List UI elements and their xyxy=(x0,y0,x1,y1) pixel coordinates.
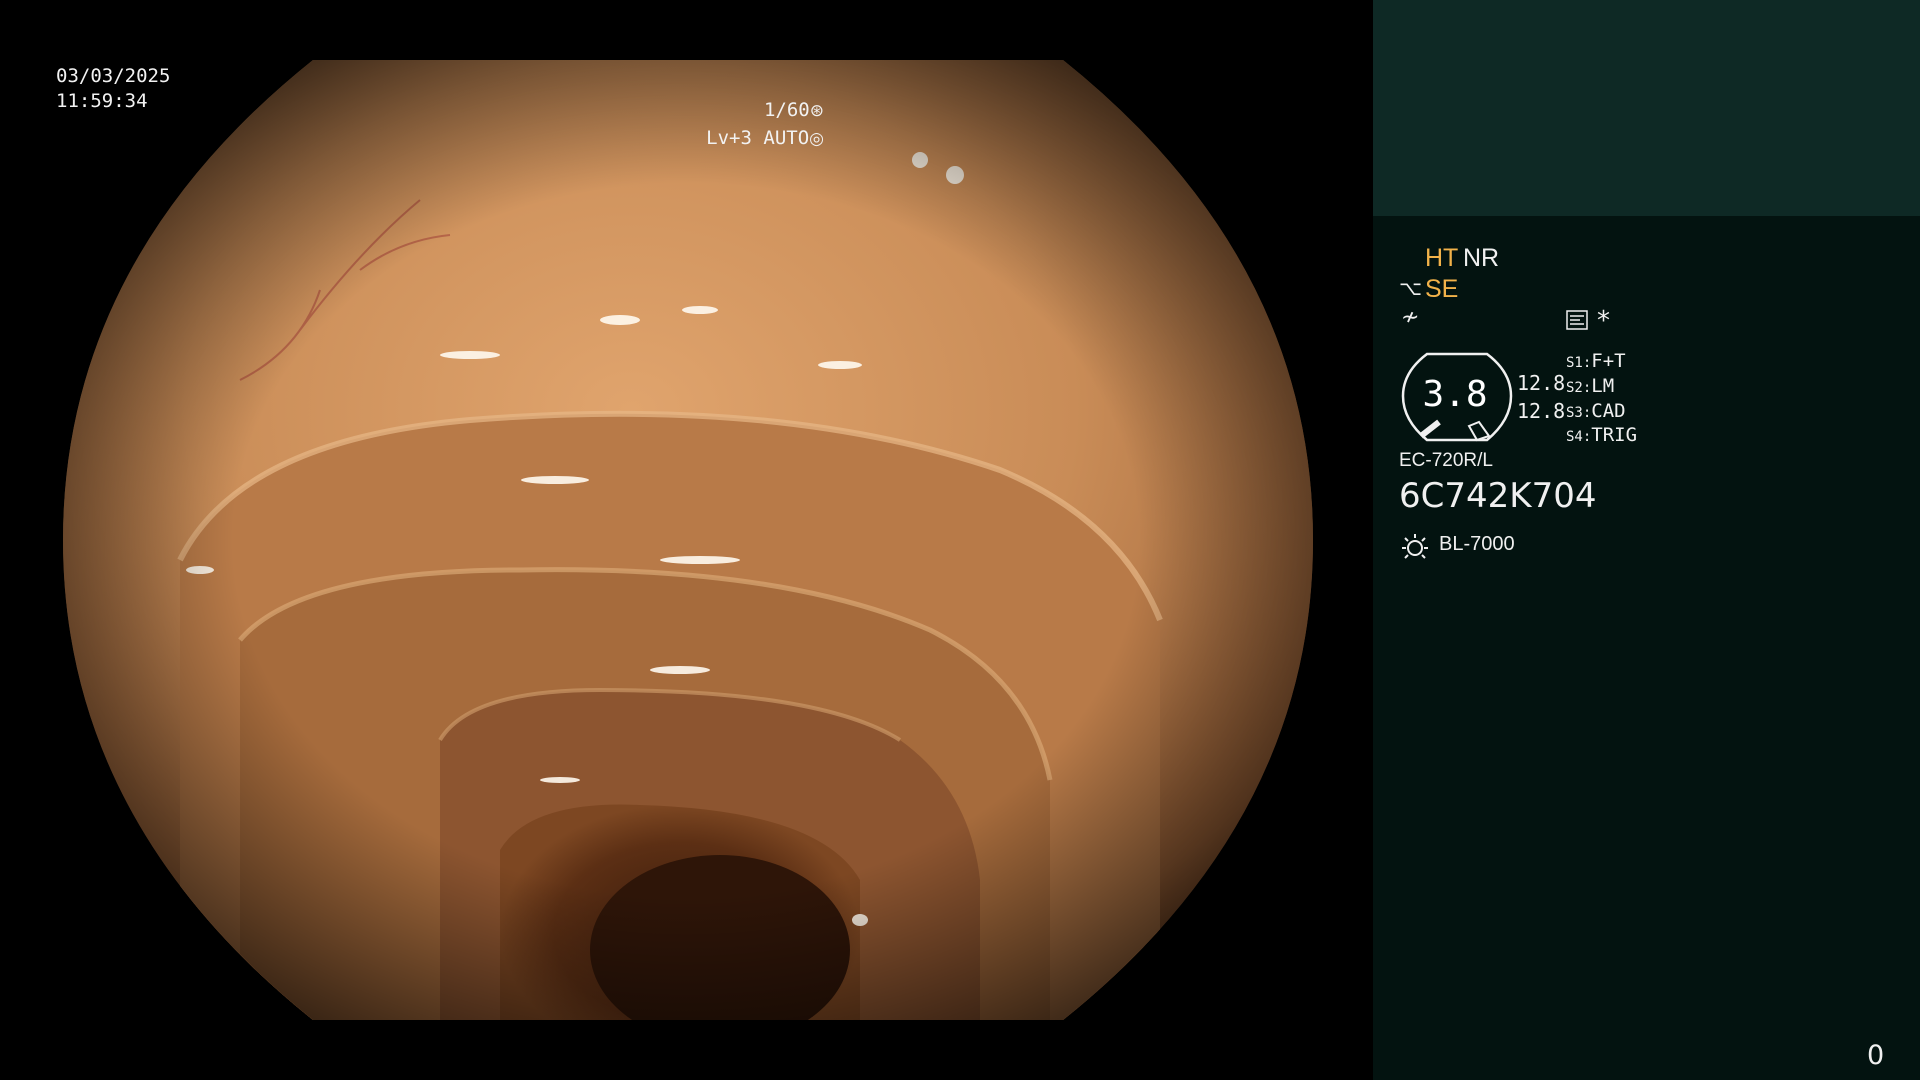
brightness-readout: Lv+3 AUTO◎ xyxy=(706,126,824,152)
brightness-level-text: Lv+3 xyxy=(706,127,752,149)
color-mode-icon: ≁ xyxy=(1401,305,1420,330)
switch-s3: S3:CAD xyxy=(1566,400,1626,422)
mode-ht: HT xyxy=(1425,244,1459,272)
light-source-model: BL-7000 xyxy=(1439,533,1515,555)
shutter-readout: 1/60⊛ xyxy=(764,98,824,124)
capture-counter: 0 xyxy=(1867,1040,1885,1071)
iris-icon: ◎ xyxy=(809,129,824,149)
iris-mode-text: AUTO xyxy=(763,127,810,149)
enhancement-icon: ⌥ xyxy=(1399,276,1423,300)
scope-model: EC-720R/L xyxy=(1399,450,1493,471)
gauge-left-value: 12.8 xyxy=(1517,371,1566,395)
mode-nr: NR xyxy=(1463,244,1500,272)
switch-s4: S4:TRIG xyxy=(1566,424,1638,446)
scope-serial: 6C742K704 xyxy=(1399,476,1597,516)
date-text: 03/03/2025 xyxy=(56,65,171,87)
endoscope-video-area: 03/03/2025 11:59:34 1/60⊛ Lv+3 AUTO◎ xyxy=(0,0,1372,1080)
timestamp: 03/03/2025 11:59:34 xyxy=(56,64,170,114)
shutter-icon: ⊛ xyxy=(809,101,824,121)
gauge-right-value: 12.8 xyxy=(1517,399,1566,423)
gauge-value: 3.8 xyxy=(1422,374,1488,415)
info-panel: HT NR ⌥ SE ≁ * 3.8 12.8 12.8 S1:F+T S2:L… xyxy=(1373,0,1920,1080)
star-indicator: * xyxy=(1597,306,1610,336)
shutter-speed-text: 1/60 xyxy=(763,99,810,121)
switch-s2: S2:LM xyxy=(1566,375,1615,397)
switch-s1: S1:F+T xyxy=(1566,350,1626,372)
panel-header-area xyxy=(1373,0,1920,216)
histogram-icon xyxy=(1566,310,1588,330)
endoscopic-colon-image xyxy=(63,60,1313,1020)
light-source-icon xyxy=(1402,534,1428,559)
mode-se: SE xyxy=(1425,275,1459,303)
time-text: 11:59:34 xyxy=(56,90,148,112)
